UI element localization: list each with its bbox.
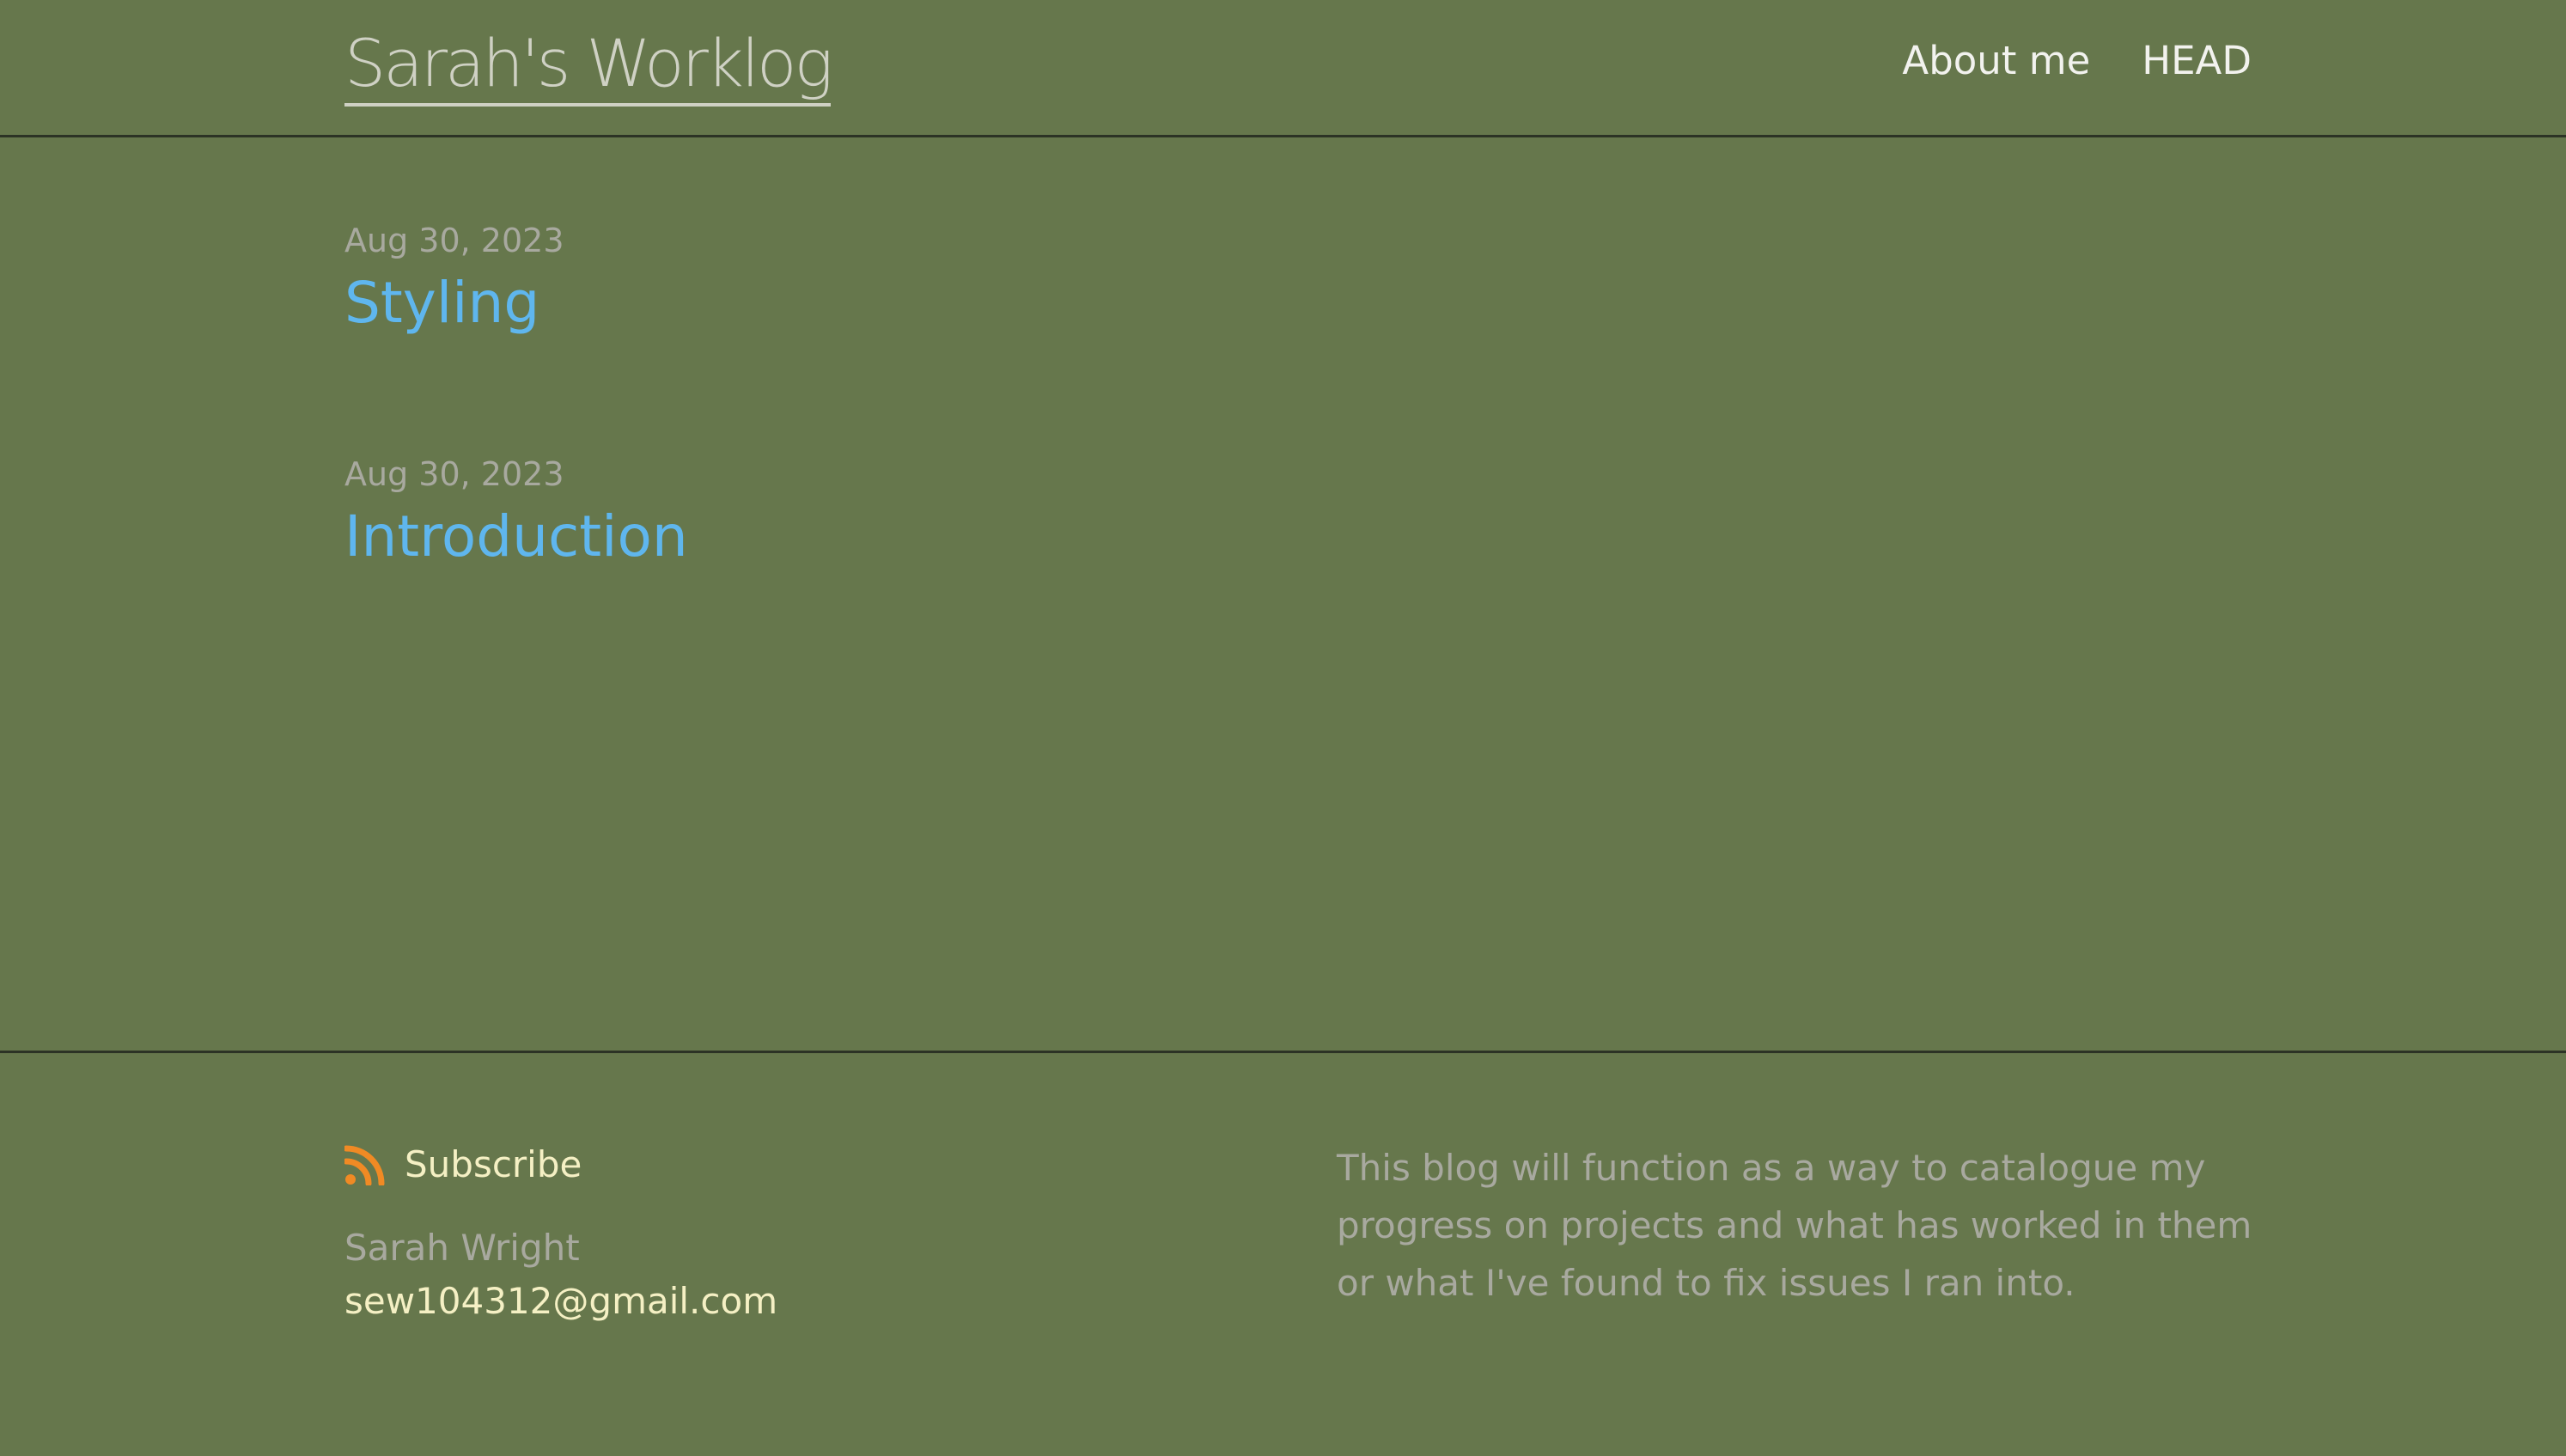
main-nav: About me HEAD: [1902, 38, 2252, 83]
subscribe-label: Subscribe: [405, 1143, 582, 1185]
author-name: Sarah Wright: [344, 1227, 580, 1269]
rss-icon: [343, 1144, 386, 1186]
footer-contact: Subscribe Sarah Wright sew104312@gmail.c…: [343, 1143, 1204, 1328]
subscribe-link[interactable]: Subscribe: [343, 1143, 1204, 1186]
post-title-link[interactable]: Styling: [344, 269, 2234, 338]
post-date: Aug 30, 2023: [344, 222, 564, 259]
post-title-link[interactable]: Introduction: [344, 503, 2234, 571]
post-list: Aug 30, 2023 Styling Aug 30, 2023 Introd…: [344, 219, 2234, 571]
post-date: Aug 30, 2023: [344, 455, 564, 493]
site-title-link[interactable]: Sarah's Worklog: [344, 26, 833, 107]
nav-link-about-me[interactable]: About me: [1902, 38, 2090, 83]
nav-link-head[interactable]: HEAD: [2142, 38, 2252, 83]
author-email-link[interactable]: sew104312@gmail.com: [344, 1275, 1204, 1328]
site-footer: Subscribe Sarah Wright sew104312@gmail.c…: [0, 1051, 2566, 1456]
post-item: Aug 30, 2023 Styling: [344, 219, 2234, 338]
post-item: Aug 30, 2023 Introduction: [344, 453, 2234, 571]
site-header: Sarah's Worklog About me HEAD: [0, 0, 2566, 137]
site-description: This blog will function as a way to cata…: [1337, 1147, 2252, 1304]
